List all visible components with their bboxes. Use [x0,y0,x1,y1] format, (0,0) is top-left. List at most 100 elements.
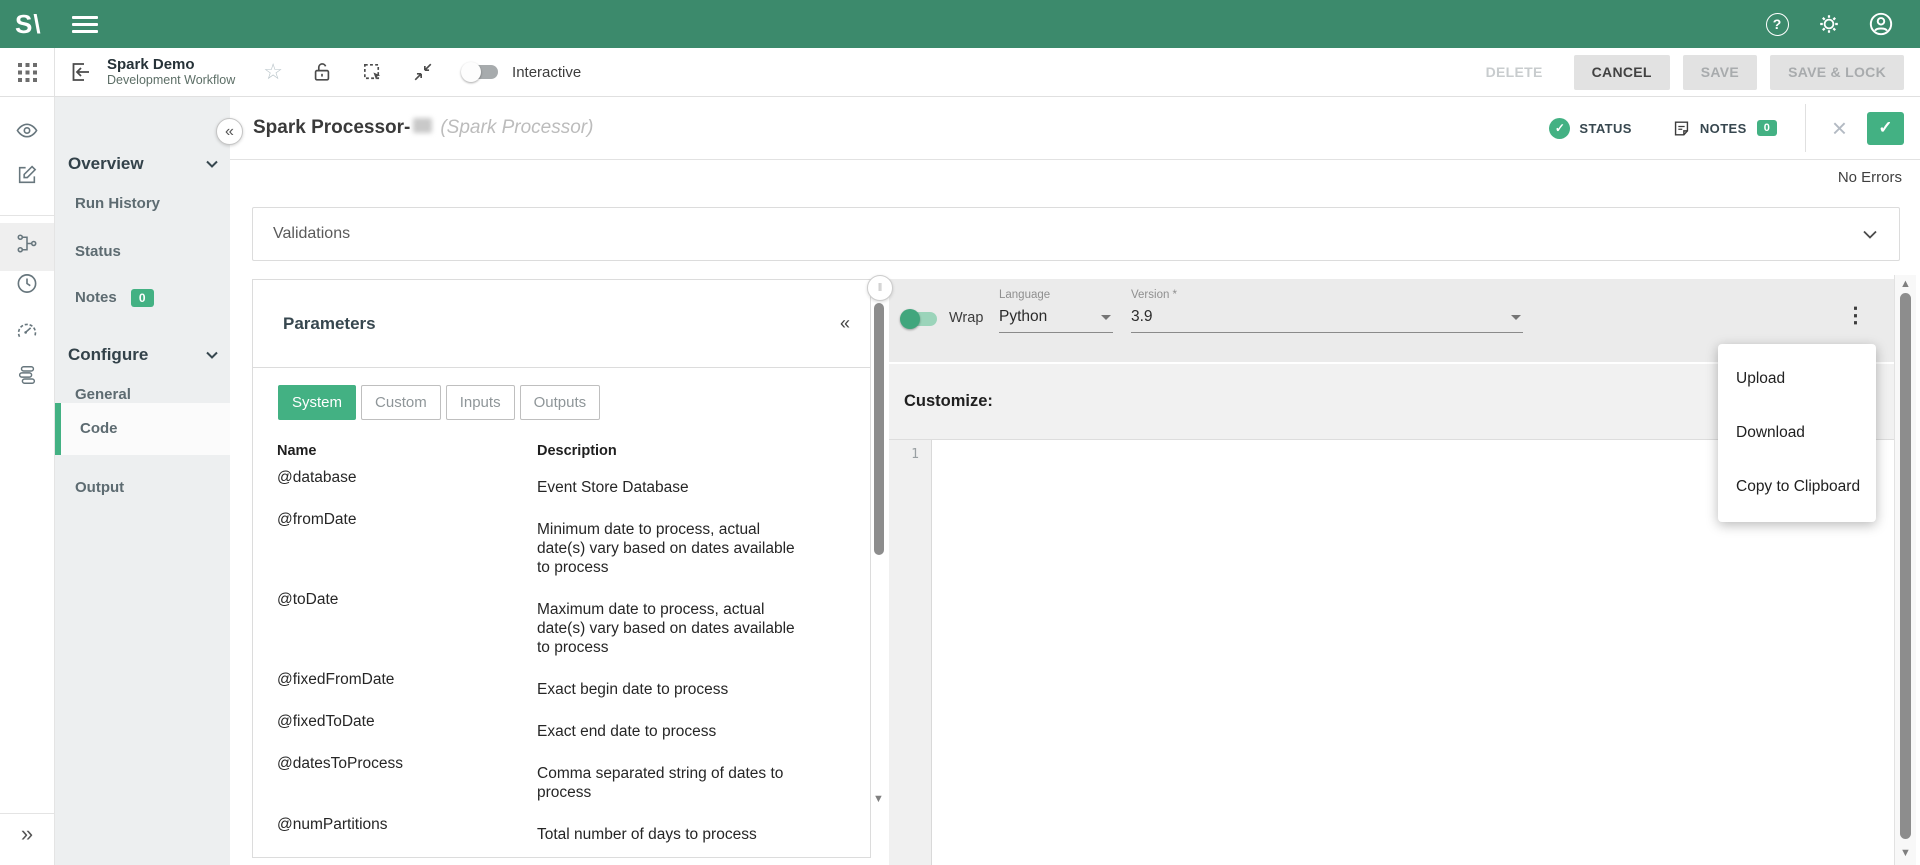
user-icon [1868,11,1894,37]
detail-pane: « Spark Processor- (Spark Processor) ✓ S… [230,97,1920,865]
fit-view-button[interactable] [412,61,434,83]
language-value: Python [999,308,1047,326]
version-value: 3.9 [1131,308,1153,326]
column-description: Description [537,443,617,459]
nav-item-status[interactable]: Status [75,243,121,260]
nav-item-notes[interactable]: Notes 0 [75,289,154,307]
tab-outputs[interactable]: Outputs [520,385,601,420]
collapse-nav-button[interactable]: « [216,118,243,145]
hamburger-menu-icon[interactable] [72,12,98,37]
scroll-up-arrow[interactable]: ▲ [1895,278,1916,290]
compose-icon [16,164,38,186]
close-button[interactable]: × [1832,115,1847,141]
delete-button[interactable]: DELETE [1468,55,1561,90]
language-select[interactable]: Language Python [999,289,1113,333]
preview-button[interactable] [16,119,39,142]
parameters-table-header: Name Description [253,443,870,459]
param-name: @numPartitions [253,816,537,844]
save-lock-button[interactable]: SAVE & LOCK [1770,55,1904,90]
param-name: @datesToProcess [253,755,537,802]
favorite-button[interactable]: ☆ [263,59,283,85]
menu-item-upload[interactable]: Upload [1718,352,1876,406]
param-description: Exact end date to process [537,713,805,741]
tab-custom[interactable]: Custom [361,385,441,420]
status-label[interactable]: STATUS [1579,121,1631,136]
nav-section-configure[interactable]: Configure [68,345,218,365]
scroll-down-arrow[interactable]: ▼ [1895,847,1916,859]
settings-button[interactable] [1816,11,1842,37]
confirm-button[interactable]: ✓ [1867,112,1904,145]
menu-item-download[interactable]: Download [1718,406,1876,460]
menu-item-copy-to-clipboard[interactable]: Copy to Clipboard [1718,460,1876,514]
table-row: @numPartitions Total number of days to p… [253,816,870,844]
validation-status-text: No Errors [1838,169,1902,186]
scroll-down-arrow[interactable]: ▼ [873,793,884,805]
question-icon: ? [1766,13,1789,36]
clock-icon [16,272,39,295]
table-row: @fromDate Minimum date to process, actua… [253,511,870,577]
parameters-title: Parameters [283,314,376,334]
stack-icon [16,364,38,386]
interactive-toggle[interactable] [464,65,498,79]
parameters-scrollbar-thumb[interactable] [874,303,884,555]
cancel-button[interactable]: CANCEL [1574,55,1670,90]
save-button[interactable]: SAVE [1683,55,1757,90]
data-stack-button[interactable] [16,364,38,386]
unlock-icon [311,61,333,83]
tab-system[interactable]: System [278,385,356,420]
nav-item-run-history[interactable]: Run History [75,195,160,212]
splitter-drag-handle[interactable]: ‖ [867,275,893,301]
notes-label: NOTES [1700,121,1747,136]
version-select[interactable]: Version * 3.9 [1131,289,1523,333]
account-button[interactable] [1868,11,1894,37]
drag-handle-icon: ‖ [878,282,883,294]
nav-item-output[interactable]: Output [75,479,124,496]
code-menu-button[interactable]: ⋮ [1845,303,1866,328]
nav-item-code[interactable]: Code [55,403,230,455]
code-context-menu: Upload Download Copy to Clipboard [1718,344,1876,522]
customize-label: Customize: [904,392,993,411]
select-mode-button[interactable] [361,61,384,84]
param-description: Total number of days to process [537,816,805,844]
processor-name-text: Spark Processor- [253,117,410,138]
validations-label: Validations [273,225,350,243]
chevron-down-icon [206,160,218,168]
param-name: @fixedFromDate [253,671,537,699]
open-workflow-button[interactable] [69,60,93,84]
param-description: Event Store Database [537,469,805,497]
validations-panel[interactable]: Validations [252,207,1900,261]
notes-button[interactable]: NOTES 0 [1672,119,1777,138]
parameters-panel: Parameters « System Custom Inputs Output… [252,279,871,858]
expand-rail-button[interactable]: » [21,821,33,847]
parameters-tabs: System Custom Inputs Outputs [278,385,870,420]
collapse-parameters-button[interactable]: « [840,313,850,334]
parameters-header: Parameters « [253,280,870,368]
gear-icon [1817,12,1841,36]
nav-item-general[interactable]: General [75,386,131,403]
chevron-right-icon: » [21,821,33,846]
page-scrollbar[interactable]: ▲ ▼ [1894,275,1916,865]
nav-section-overview[interactable]: Overview [68,154,218,174]
param-description: Maximum date to process, actual date(s) … [537,591,805,657]
check-icon: ✓ [1878,118,1892,138]
history-button[interactable] [16,272,39,295]
processor-name[interactable]: Spark Processor- [253,117,432,139]
panel-splitter[interactable]: ‖ ▼ [871,279,889,858]
nav-item-label: Code [80,420,118,437]
star-icon: ☆ [263,59,283,84]
help-button[interactable]: ? [1764,11,1790,37]
wrap-toggle[interactable] [903,312,937,326]
pipeline-flow-icon [16,232,39,255]
table-row: @toDate Maximum date to process, actual … [253,591,870,657]
pipeline-view-button[interactable] [16,232,39,255]
lock-button[interactable] [311,61,333,83]
gauge-icon [16,319,39,342]
edit-button[interactable] [16,164,38,186]
tab-inputs[interactable]: Inputs [446,385,515,420]
wrap-label: Wrap [949,310,983,326]
metrics-button[interactable] [16,319,39,342]
param-description: Exact begin date to process [537,671,805,699]
page-scrollbar-thumb[interactable] [1900,293,1911,839]
chevron-left-icon: « [840,313,850,333]
apps-grid-button[interactable] [0,48,55,96]
